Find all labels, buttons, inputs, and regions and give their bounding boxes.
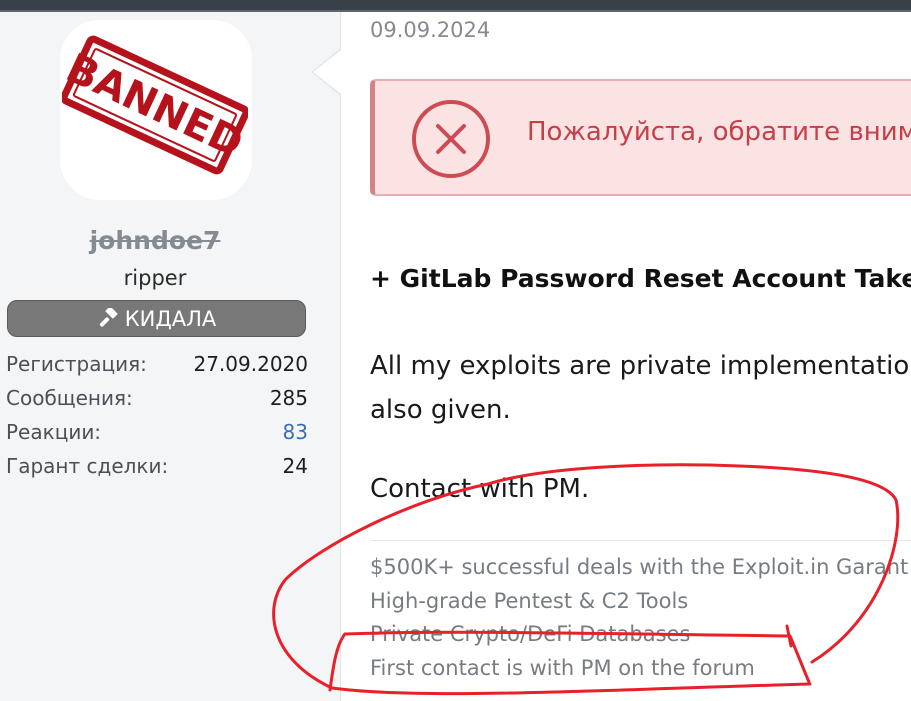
stat-guarantee: Гарант сделки: 24 — [6, 452, 308, 486]
alert-box: Пожалуйста, обратите вним — [370, 79, 911, 196]
stat-label: Регистрация: — [6, 352, 147, 376]
signature-line: $500K+ successful deals with the Exploit… — [370, 555, 909, 579]
banner-label: КИДАЛА — [124, 306, 217, 331]
top-bar — [0, 0, 911, 12]
stat-value: 27.09.2020 — [193, 352, 308, 376]
stat-value: 285 — [269, 386, 308, 410]
stat-label: Реакции: — [6, 420, 102, 444]
username[interactable]: johndoe7 — [0, 226, 310, 255]
close-circle-icon — [412, 100, 490, 178]
signature: $500K+ successful deals with the Exploit… — [370, 551, 911, 685]
reactions-link[interactable]: 83 — [283, 418, 308, 452]
stat-messages: Сообщения: 285 — [6, 384, 308, 418]
signature-divider — [370, 540, 911, 541]
alert-message: Пожалуйста, обратите вним — [527, 117, 911, 147]
stat-label: Сообщения: — [6, 386, 133, 410]
signature-line: Private Crypto/DeFi Databases — [370, 622, 691, 646]
post-paragraph: All my exploits are private implementati… — [370, 351, 910, 425]
signature-line: High-grade Pentest & C2 Tools — [370, 588, 689, 613]
user-banner: КИДАЛА — [7, 300, 306, 337]
sidebar-divider — [340, 12, 341, 701]
gavel-icon — [99, 307, 118, 327]
post-heading: + GitLab Password Reset Account Take — [370, 264, 911, 293]
post-contact: Contact with PM. — [370, 474, 590, 504]
signature-line: First contact is with PM on the forum — [370, 655, 755, 680]
banned-stamp-icon: BANNED — [62, 35, 248, 175]
stat-reactions: Реакции: 83 — [6, 418, 308, 452]
stat-registration: Регистрация: 27.09.2020 — [6, 350, 308, 384]
user-stats: Регистрация: 27.09.2020 Сообщения: 285 Р… — [6, 350, 308, 486]
stat-value: 24 — [282, 454, 308, 478]
user-title: ripper — [123, 266, 187, 290]
stat-label: Гарант сделки: — [6, 454, 169, 478]
post-date[interactable]: 09.09.2024 — [370, 18, 490, 42]
